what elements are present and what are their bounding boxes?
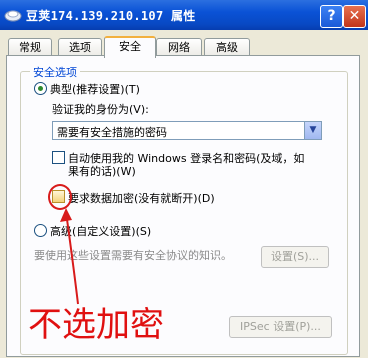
window-title: 豆荚174.139.210.107 属性 bbox=[26, 9, 196, 23]
tab-network[interactable]: 网络 bbox=[156, 38, 202, 56]
require-encryption-label[interactable]: 要求数据加密(没有就断开)(D) bbox=[68, 190, 215, 206]
verify-identity-select[interactable]: 需要有安全措施的密码 ▼ bbox=[52, 121, 322, 140]
annotation-text: 不选加密 bbox=[28, 305, 164, 345]
tab-advanced[interactable]: 高级 bbox=[204, 38, 250, 56]
verify-label: 验证我的身份为(V): bbox=[52, 103, 149, 116]
group-title: 安全选项 bbox=[30, 64, 80, 80]
close-button[interactable]: ✕ bbox=[343, 5, 366, 28]
advanced-radio[interactable] bbox=[34, 224, 47, 237]
tab-options[interactable]: 选项 bbox=[58, 38, 102, 56]
settings-button[interactable]: 设置(S)... bbox=[261, 246, 329, 268]
help-button[interactable]: ? bbox=[320, 5, 343, 28]
select-value: 需要有安全措施的密码 bbox=[57, 126, 167, 139]
highlight-circle bbox=[48, 184, 72, 210]
advanced-label[interactable]: 高级(自定义设置)(S) bbox=[50, 223, 151, 239]
network-connection-icon bbox=[4, 10, 22, 22]
ipsec-settings-button[interactable]: IPSec 设置(P)... bbox=[229, 316, 332, 338]
tab-strip: 常规 选项 安全 网络 高级 bbox=[0, 36, 368, 58]
chevron-down-icon[interactable]: ▼ bbox=[304, 122, 321, 139]
advanced-hint: 要使用这些设置需要有安全协议的知识。 bbox=[34, 249, 232, 262]
typical-label[interactable]: 典型(推荐设置)(T) bbox=[50, 81, 140, 97]
tab-security[interactable]: 安全 bbox=[104, 36, 156, 58]
auto-login-label-line2[interactable]: 果有的话)(W) bbox=[68, 163, 136, 179]
title-bar[interactable]: 豆荚174.139.210.107 属性 ? ✕ bbox=[0, 0, 368, 30]
auto-login-checkbox[interactable] bbox=[52, 151, 65, 164]
radio-selected-dot bbox=[38, 86, 43, 91]
typical-radio[interactable] bbox=[34, 82, 47, 95]
tab-general[interactable]: 常规 bbox=[8, 38, 52, 56]
